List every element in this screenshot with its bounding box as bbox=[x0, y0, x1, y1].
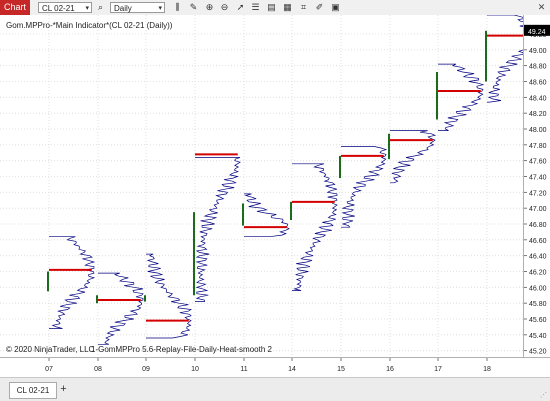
profile-18 bbox=[485, 14, 533, 103]
profile-15 bbox=[339, 146, 388, 228]
price-tick-label: 48.60 bbox=[529, 80, 547, 87]
time-tick-label: 18 bbox=[483, 366, 491, 373]
time-tick-label: 15 bbox=[337, 366, 345, 373]
zoom-in-icon[interactable]: ⊕ bbox=[204, 2, 215, 13]
price-tick-label: 48.40 bbox=[529, 95, 547, 102]
price-tick-label: 49.00 bbox=[529, 48, 547, 55]
time-tick-label: 09 bbox=[142, 366, 150, 373]
footer-label: 1-GomMPPro 5.6-Replay-File-Daily-Heat-sm… bbox=[91, 345, 272, 354]
profile-16 bbox=[388, 130, 437, 184]
price-tick-label: 46.00 bbox=[529, 285, 547, 292]
time-tick-label: 07 bbox=[45, 366, 53, 373]
profile-outline bbox=[49, 236, 96, 329]
time-tick-label: 08 bbox=[94, 366, 102, 373]
price-tick-label: 47.80 bbox=[529, 143, 547, 150]
price-tick-label: 47.00 bbox=[529, 206, 547, 213]
price-tick-label: 45.40 bbox=[529, 333, 547, 340]
drawing-tools-icon[interactable]: ✐ bbox=[314, 2, 325, 13]
time-axis[interactable]: 07 08 09 10 11 14 15 16 17 18 bbox=[0, 357, 550, 378]
time-axis-plot: 07 08 09 10 11 14 15 16 17 18 bbox=[45, 358, 491, 373]
pencil-icon[interactable]: ✎ bbox=[188, 2, 199, 13]
price-tick-label: 48.00 bbox=[529, 127, 547, 134]
profile-outline bbox=[98, 272, 144, 345]
bars-icon[interactable]: ⫼ bbox=[172, 2, 183, 13]
chevron-down-icon: ▾ bbox=[85, 5, 89, 12]
profile-outline bbox=[195, 157, 241, 302]
profile-outline bbox=[244, 193, 290, 238]
indicators-icon[interactable]: ⌗ bbox=[298, 2, 309, 13]
profile-09 bbox=[144, 253, 192, 339]
indicator-label: Gom.MPPro-*Main Indicator*(CL 02-21 (Dai… bbox=[6, 21, 173, 30]
profile-outline bbox=[341, 146, 388, 228]
resize-grip-icon[interactable]: ⋰ bbox=[540, 391, 547, 399]
price-axis[interactable]: 49.2049.0048.8048.6048.4048.2048.0047.80… bbox=[523, 15, 550, 357]
chart-window-tab[interactable]: Chart bbox=[0, 0, 30, 15]
instrument-value: CL 02-21 bbox=[42, 4, 75, 13]
interval-selector[interactable]: Daily ▾ bbox=[110, 2, 165, 13]
time-tick-label: 14 bbox=[288, 366, 296, 373]
zoom-out-icon[interactable]: ⊖ bbox=[219, 2, 230, 13]
price-tick-label: 46.80 bbox=[529, 222, 547, 229]
price-axis-plot: 49.2049.0048.8048.6048.4048.2048.0047.80… bbox=[524, 24, 550, 356]
time-tick-label: 11 bbox=[240, 366, 247, 373]
strategies-icon[interactable]: ▤ bbox=[266, 2, 277, 13]
properties-icon[interactable]: ☰ bbox=[250, 2, 261, 13]
close-icon[interactable]: ✕ bbox=[536, 2, 547, 13]
time-tick-label: 16 bbox=[386, 366, 394, 373]
tab-instrument[interactable]: CL 02-21 bbox=[9, 382, 57, 399]
copyright-text: © 2020 NinjaTrader, LLC bbox=[6, 345, 95, 354]
profile-outline bbox=[390, 130, 437, 184]
title-bar: Chart CL 02-21 ▾ ⌕ Daily ▾ ⫼ ✎ ⊕ ⊖ ➚ ☰ ▤… bbox=[0, 0, 550, 16]
price-tick-label: 45.60 bbox=[529, 317, 547, 324]
profile-outline bbox=[146, 253, 192, 339]
price-tick-label: 47.60 bbox=[529, 159, 547, 166]
interval-value: Daily bbox=[114, 4, 132, 13]
profile-08 bbox=[96, 272, 144, 345]
price-tick-label: 46.20 bbox=[529, 270, 547, 277]
price-tick-label: 45.20 bbox=[529, 349, 547, 356]
time-tick-label: 10 bbox=[191, 366, 199, 373]
pointer-icon[interactable]: ➚ bbox=[235, 2, 246, 13]
profile-07 bbox=[47, 236, 96, 329]
bottom-tab-bar: CL 02-21 + ⋰ bbox=[0, 377, 550, 401]
chevron-down-icon: ▾ bbox=[158, 5, 162, 12]
add-tab-button[interactable]: + bbox=[58, 382, 69, 397]
price-tick-label: 46.40 bbox=[529, 254, 547, 261]
profile-outline bbox=[487, 14, 533, 103]
price-tick-label: 45.80 bbox=[529, 301, 547, 308]
price-tick-label: 47.40 bbox=[529, 175, 547, 182]
price-tick-label: 48.80 bbox=[529, 64, 547, 71]
search-icon[interactable]: ⌕ bbox=[95, 2, 106, 13]
profile-11 bbox=[242, 193, 290, 238]
price-tick-label: 47.20 bbox=[529, 190, 547, 197]
data-box-icon[interactable]: ▦ bbox=[282, 2, 293, 13]
price-tick-label: 48.20 bbox=[529, 111, 547, 118]
chart-panel[interactable]: Gom.MPPro-*Main Indicator*(CL 02-21 (Dai… bbox=[0, 14, 533, 357]
templates-icon[interactable]: ▣ bbox=[330, 2, 341, 13]
chart-plot bbox=[0, 14, 533, 357]
instrument-selector[interactable]: CL 02-21 ▾ bbox=[38, 2, 92, 13]
time-tick-label: 17 bbox=[434, 366, 442, 373]
price-tick-label: 46.60 bbox=[529, 238, 547, 245]
last-price-label: 49.24 bbox=[528, 29, 546, 36]
